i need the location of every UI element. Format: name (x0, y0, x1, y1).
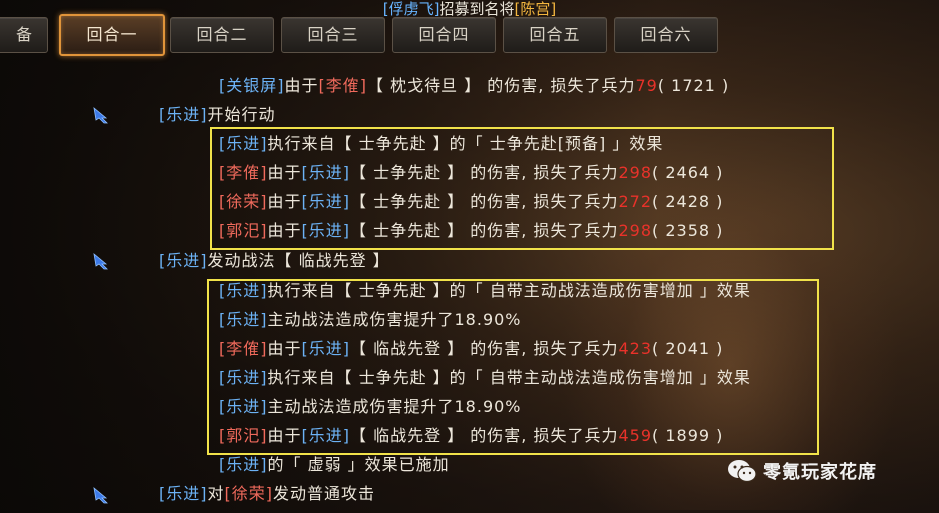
blue-arrow-icon (93, 253, 108, 270)
log-text: 主动战法造成伤害提升了18.90% (267, 397, 522, 416)
log-text: 执行来自【 士争先赴 】的「 自带主动战法造成伤害增加 」效果 (267, 281, 751, 300)
ally-name: [乐进] (301, 221, 351, 240)
remaining-troops: ( 2358 ) (652, 221, 724, 240)
remaining-troops: ( 2428 ) (652, 192, 724, 211)
tab-round-6[interactable]: 回合六 (614, 17, 718, 53)
tab-round-4[interactable]: 回合四 (392, 17, 496, 53)
damage-value: 79 (635, 76, 658, 95)
log-text: 【 枕戈待旦 】 的伤害, 损失了兵力 (367, 76, 636, 95)
log-text: 执行来自【 士争先赴 】的「 自带主动战法造成伤害增加 」效果 (267, 368, 751, 387)
log-line: [乐进]执行来自【 士争先赴 】的「 自带主动战法造成伤害增加 」效果 (219, 367, 751, 389)
log-text: 【 士争先赴 】 的伤害, 损失了兵力 (350, 192, 619, 211)
blue-arrow-icon (93, 107, 108, 124)
enemy-name: [李傕] (318, 76, 368, 95)
ally-name: [乐进] (219, 397, 268, 416)
tab-round-2[interactable]: 回合二 (170, 17, 274, 53)
log-text: 由于 (267, 426, 302, 445)
remaining-troops: ( 1721 ) (657, 76, 730, 95)
enemy-name: [李傕] (219, 339, 268, 358)
ally-name: [乐进] (219, 281, 268, 300)
ally-name: [乐进] (219, 455, 268, 474)
log-text: 由于 (267, 163, 302, 182)
log-line: [郭汜]由于[乐进]【 临战先登 】 的伤害, 损失了兵力459( 1899 ) (219, 425, 723, 447)
damage-value: 459 (618, 426, 652, 445)
log-text: 开始行动 (207, 105, 276, 124)
ally-name: [乐进] (301, 192, 351, 211)
log-text: 发动战法【 临战先登 】 (207, 251, 390, 270)
damage-value: 298 (618, 221, 652, 240)
tab-round-1[interactable]: 回合一 (59, 14, 165, 56)
log-line: [乐进]主动战法造成伤害提升了18.90% (219, 396, 522, 418)
enemy-name: [徐荣] (224, 484, 274, 503)
enemy-name: [郭汜] (219, 426, 268, 445)
ally-name: [乐进] (219, 310, 268, 329)
ally-name: [乐进] (219, 134, 268, 153)
log-line: [乐进]执行来自【 士争先赴 】的「 士争先赴[预备] 」效果 (219, 133, 663, 155)
log-line: [乐进]执行来自【 士争先赴 】的「 自带主动战法造成伤害增加 」效果 (219, 280, 751, 302)
damage-value: 272 (618, 192, 652, 211)
damage-value: 298 (618, 163, 652, 182)
enemy-name: [郭汜] (219, 221, 268, 240)
tab-round-3[interactable]: 回合三 (281, 17, 385, 53)
blue-arrow-icon (93, 487, 108, 504)
log-text: 对 (207, 484, 225, 503)
ally-name: [乐进] (301, 163, 351, 182)
log-text: 主动战法造成伤害提升了18.90% (267, 310, 522, 329)
log-line: [李傕]由于[乐进]【 临战先登 】 的伤害, 损失了兵力423( 2041 ) (219, 338, 723, 360)
log-text: 发动普通攻击 (273, 484, 376, 503)
log-line: [乐进]发动战法【 临战先登 】 (159, 250, 390, 272)
log-line: [乐进]对[徐荣]发动普通攻击 (159, 483, 375, 505)
ally-name: [关银屏] (219, 76, 285, 95)
log-line: [徐荣]由于[乐进]【 士争先赴 】 的伤害, 损失了兵力272( 2428 ) (219, 191, 723, 213)
log-text: 【 士争先赴 】 的伤害, 损失了兵力 (350, 163, 619, 182)
ally-name: [乐进] (301, 426, 351, 445)
log-text: 由于 (267, 221, 302, 240)
log-text: 【 士争先赴 】 的伤害, 损失了兵力 (350, 221, 619, 240)
wechat-icon (728, 460, 757, 483)
log-line: [关银屏]由于[李傕]【 枕戈待旦 】 的伤害, 损失了兵力79( 1721 ) (219, 75, 729, 97)
tab-prep[interactable]: 备 (0, 17, 48, 53)
watermark: 零氪玩家花席 (727, 456, 877, 486)
log-line: [乐进]开始行动 (159, 104, 276, 126)
log-line: [郭汜]由于[乐进]【 士争先赴 】 的伤害, 损失了兵力298( 2358 ) (219, 220, 723, 242)
log-line: [乐进]的「 虚弱 」效果已施加 (219, 454, 450, 476)
enemy-name: [徐荣] (219, 192, 268, 211)
log-text: 的「 虚弱 」效果已施加 (267, 455, 450, 474)
log-line: [李傕]由于[乐进]【 士争先赴 】 的伤害, 损失了兵力298( 2464 ) (219, 162, 723, 184)
remaining-troops: ( 2041 ) (652, 339, 724, 358)
log-text: 由于 (267, 192, 302, 211)
log-text: 【 临战先登 】 的伤害, 损失了兵力 (350, 339, 619, 358)
tab-round-5[interactable]: 回合五 (503, 17, 607, 53)
ally-name: [乐进] (301, 339, 351, 358)
watermark-text: 零氪玩家花席 (763, 462, 877, 483)
ally-name: [乐进] (159, 105, 208, 124)
remaining-troops: ( 2464 ) (652, 163, 724, 182)
log-text: 执行来自【 士争先赴 】的「 士争先赴[预备] 」效果 (267, 134, 664, 153)
ally-name: [乐进] (159, 251, 208, 270)
damage-value: 423 (618, 339, 652, 358)
enemy-name: [李傕] (219, 163, 268, 182)
log-text: 【 临战先登 】 的伤害, 损失了兵力 (350, 426, 619, 445)
round-tabs: 备 回合一 回合二 回合三 回合四 回合五 回合六 (0, 14, 939, 56)
log-text: 由于 (284, 76, 319, 95)
ally-name: [乐进] (159, 484, 208, 503)
remaining-troops: ( 1899 ) (652, 426, 724, 445)
log-line: [乐进]主动战法造成伤害提升了18.90% (219, 309, 522, 331)
ally-name: [乐进] (219, 368, 268, 387)
log-text: 由于 (267, 339, 302, 358)
